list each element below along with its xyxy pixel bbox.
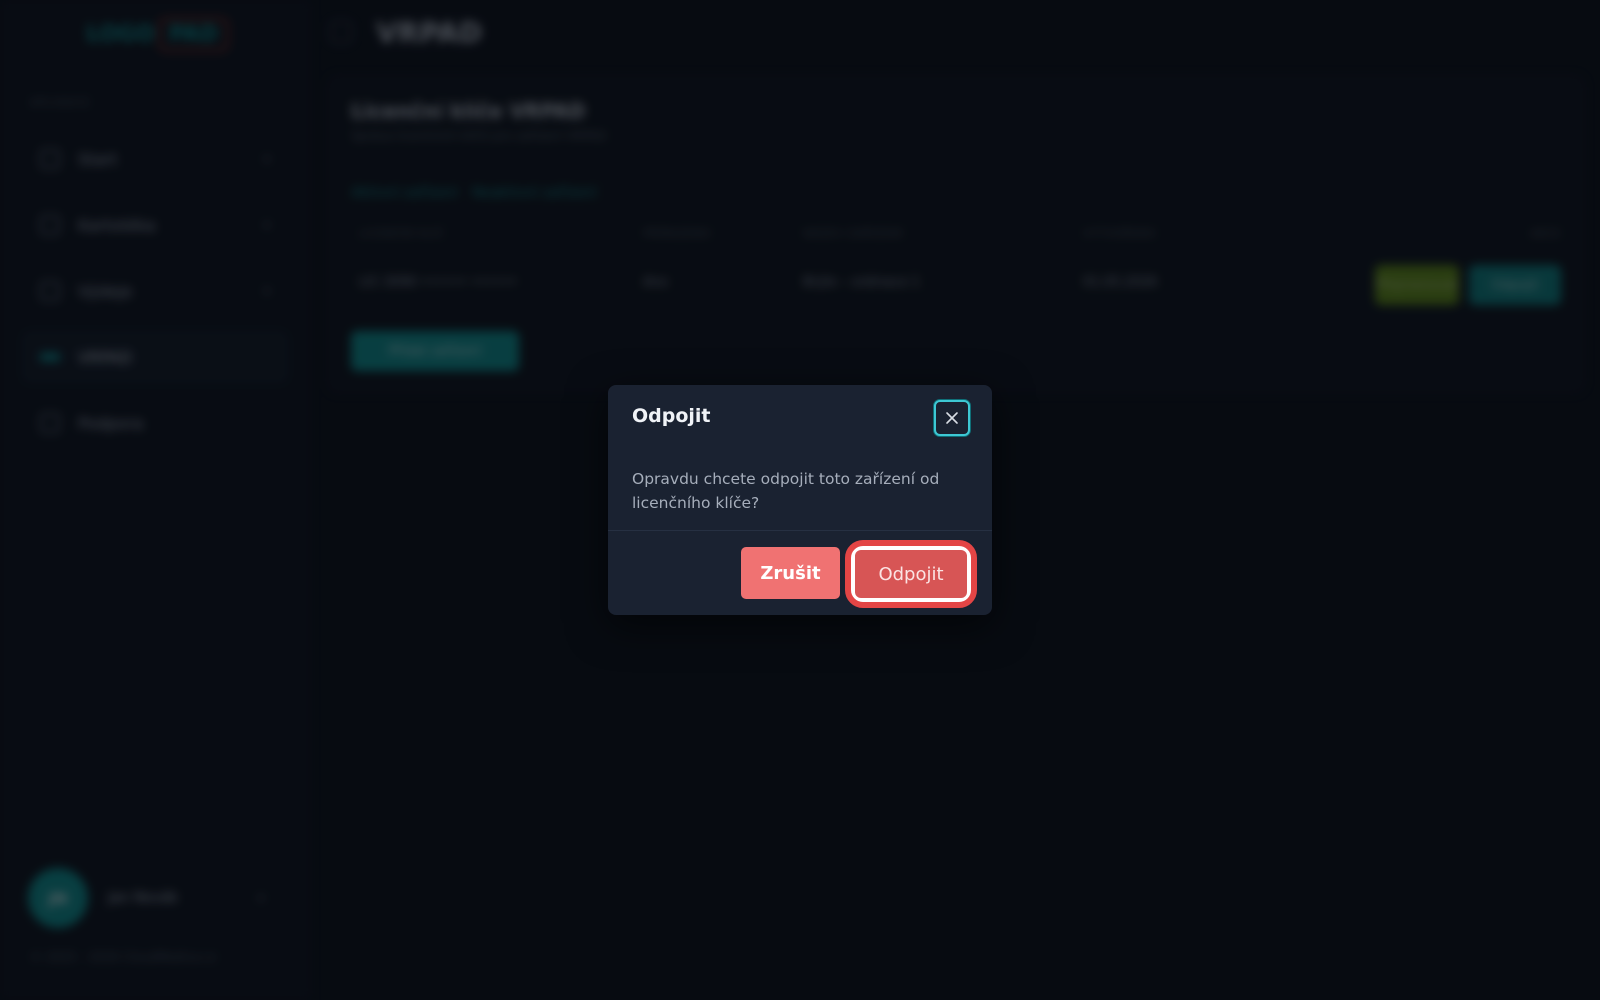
confirm-disconnect-button[interactable]: Odpojit [855,550,967,598]
close-icon [946,412,958,424]
dialog-divider [608,530,992,531]
dialog-title: Odpojit [632,405,711,427]
close-button[interactable] [934,400,970,436]
confirm-button-highlight: Odpojit [845,540,977,608]
disconnect-dialog: Odpojit Opravdu chcete odpojit toto zaří… [608,385,992,615]
cancel-button[interactable]: Zrušit [741,547,840,599]
dialog-message: Opravdu chcete odpojit toto zařízení od … [632,470,940,512]
